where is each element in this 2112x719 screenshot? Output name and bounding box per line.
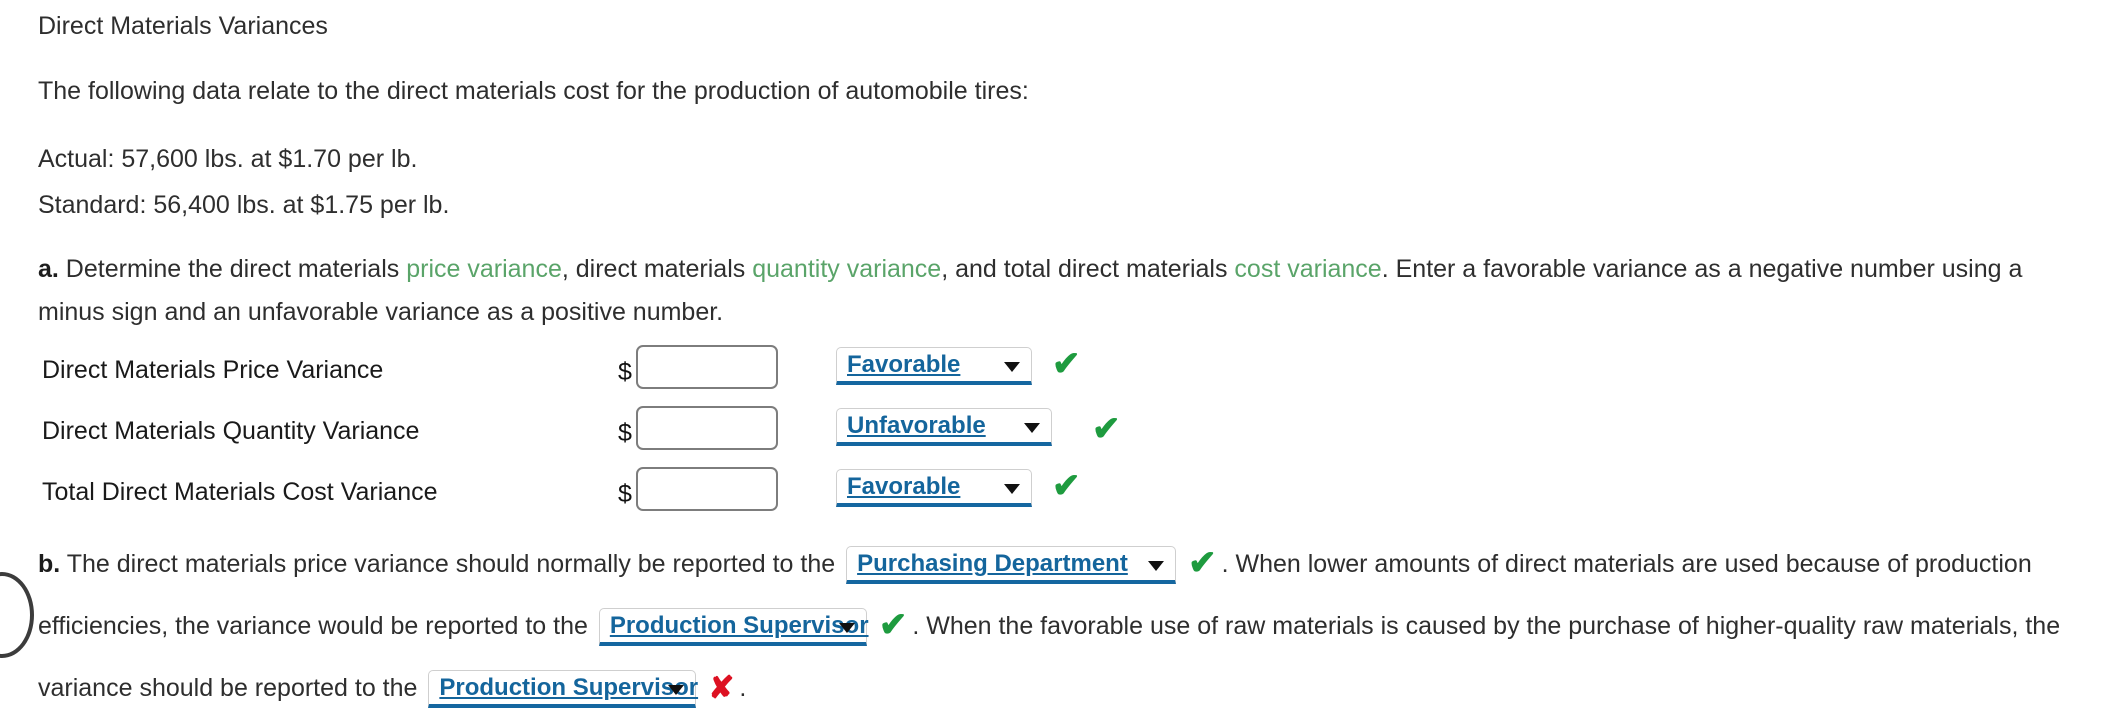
- efficiency-variance-report-dropdown[interactable]: Production Supervisor: [598, 608, 869, 647]
- chevron-down-icon: [838, 622, 855, 633]
- variance-row-label: Direct Materials Price Variance: [42, 356, 384, 384]
- price-variance-report-dropdown-value: Purchasing Department: [857, 550, 1128, 578]
- part-b-instructions: b. The direct materials price variance s…: [38, 533, 2096, 719]
- efficiency-variance-report-dropdown-value: Production Supervisor: [609, 612, 869, 640]
- page-title: Direct Materials Variances: [38, 12, 328, 40]
- part-a-text-3: , and total direct materials: [941, 255, 1235, 283]
- chevron-down-icon: [668, 684, 685, 695]
- cropped-arc-artifact: [0, 572, 34, 658]
- quality-variance-report-dropdown[interactable]: Production Supervisor: [428, 670, 699, 709]
- total-cost-variance-input[interactable]: [636, 467, 778, 511]
- part-b-text-1: The direct materials price variance shou…: [60, 550, 843, 578]
- total-cost-variance-dropdown[interactable]: Favorable: [836, 469, 1032, 507]
- currency-symbol: $: [618, 480, 632, 508]
- price-variance-report-dropdown[interactable]: Purchasing Department: [846, 546, 1177, 585]
- check-icon: ✔: [1092, 410, 1121, 448]
- part-a-text-2: , direct materials: [561, 255, 753, 283]
- quality-variance-report-dropdown-value: Production Supervisor: [439, 674, 699, 702]
- chevron-down-icon: [1004, 483, 1020, 494]
- check-icon: ✔: [1188, 544, 1217, 583]
- quantity-variance-dropdown-value: Unfavorable: [847, 412, 986, 439]
- chevron-down-icon: [1024, 422, 1040, 433]
- part-a-text-1: Determine the direct materials: [58, 255, 407, 283]
- part-b-text-4: .: [739, 674, 747, 702]
- term-quantity-variance: quantity variance: [752, 255, 942, 283]
- total-cost-variance-dropdown-value: Favorable: [847, 473, 961, 500]
- chevron-down-icon: [1004, 361, 1020, 372]
- currency-symbol: $: [618, 419, 632, 447]
- variance-rows: Direct Materials Price Variance $ Favora…: [0, 345, 2112, 528]
- actual-data-line: Actual: 57,600 lbs. at $1.70 per lb.: [38, 145, 418, 173]
- variance-row: Total Direct Materials Cost Variance $ F…: [0, 467, 2112, 528]
- variance-row-label: Total Direct Materials Cost Variance: [42, 478, 438, 506]
- quantity-variance-input[interactable]: [636, 406, 778, 450]
- part-b-marker: b.: [38, 550, 61, 578]
- price-variance-input[interactable]: [636, 345, 778, 389]
- part-a-marker: a.: [38, 255, 59, 283]
- variance-row: Direct Materials Quantity Variance $ Unf…: [0, 406, 2112, 467]
- check-icon: ✔: [1052, 345, 1081, 383]
- variance-row: Direct Materials Price Variance $ Favora…: [0, 345, 2112, 406]
- term-price-variance: price variance: [406, 255, 562, 283]
- quantity-variance-dropdown[interactable]: Unfavorable: [836, 408, 1052, 446]
- currency-symbol: $: [618, 358, 632, 386]
- price-variance-dropdown[interactable]: Favorable: [836, 347, 1032, 385]
- chevron-down-icon: [1148, 560, 1165, 571]
- price-variance-dropdown-value: Favorable: [847, 351, 961, 378]
- cross-icon: ✘: [708, 669, 735, 705]
- variance-row-label: Direct Materials Quantity Variance: [42, 417, 420, 445]
- standard-data-line: Standard: 56,400 lbs. at $1.75 per lb.: [38, 191, 450, 219]
- term-cost-variance: cost variance: [1234, 255, 1382, 283]
- intro-text: The following data relate to the direct …: [38, 77, 1029, 105]
- check-icon: ✔: [878, 606, 908, 645]
- worksheet-page: Direct Materials Variances The following…: [0, 0, 2112, 709]
- check-icon: ✔: [1052, 467, 1081, 505]
- part-a-instructions: a. Determine the direct materials price …: [38, 248, 2078, 334]
